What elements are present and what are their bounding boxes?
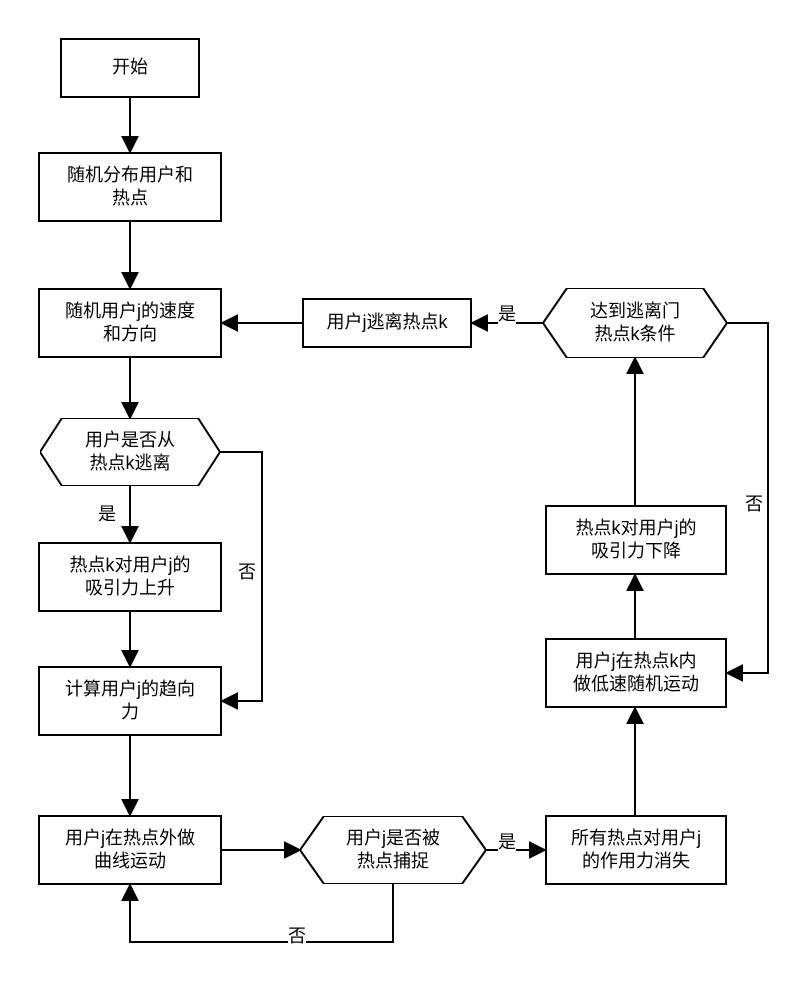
node-calc-tendency: 计算用户j的趋向 力 <box>38 666 222 736</box>
node-escape-k: 用户j逃离热点k <box>302 298 472 348</box>
node-forces-gone: 所有热点对用户j 的作用力消失 <box>545 815 727 885</box>
node-distribute: 随机分布用户和 热点 <box>38 152 222 222</box>
node-start: 开始 <box>60 38 200 98</box>
nodes-layer: 开始 随机分布用户和 热点 随机用户j的速度 和方向 用户是否从 热点k逃离 热… <box>0 0 793 1000</box>
node-dec-captured: 用户j是否被 热点捕捉 <box>300 816 486 884</box>
node-low-speed: 用户j在热点k内 做低速随机运动 <box>545 638 727 708</box>
node-dec-escape: 用户是否从 热点k逃离 <box>40 418 220 486</box>
node-speed-dir-label: 随机用户j的速度 和方向 <box>65 300 195 347</box>
node-calc-tendency-label: 计算用户j的趋向 力 <box>65 678 195 725</box>
label-dec1-no: 否 <box>238 558 256 584</box>
node-attract-down-label: 热点k对用户j的 吸引力下降 <box>576 517 697 564</box>
node-dec-reach-escape-label: 达到逃离门 热点k条件 <box>582 300 688 347</box>
label-dec2-yes: 是 <box>498 828 516 854</box>
node-low-speed-label: 用户j在热点k内 做低速随机运动 <box>573 650 699 697</box>
node-start-label: 开始 <box>112 56 148 79</box>
node-escape-k-label: 用户j逃离热点k <box>327 311 448 334</box>
flowchart: 开始 随机分布用户和 热点 随机用户j的速度 和方向 用户是否从 热点k逃离 热… <box>0 0 793 1000</box>
node-attract-up-label: 热点k对用户j的 吸引力上升 <box>70 554 191 601</box>
label-dec3-no: 否 <box>745 490 763 516</box>
node-dec-escape-label: 用户是否从 热点k逃离 <box>77 429 183 476</box>
label-dec1-yes: 是 <box>98 500 116 526</box>
node-speed-dir: 随机用户j的速度 和方向 <box>38 288 222 358</box>
node-attract-down: 热点k对用户j的 吸引力下降 <box>545 505 727 575</box>
node-curve-motion-label: 用户j在热点外做 曲线运动 <box>65 827 195 874</box>
node-forces-gone-label: 所有热点对用户j 的作用力消失 <box>571 827 701 874</box>
label-dec2-no: 否 <box>288 922 306 948</box>
node-curve-motion: 用户j在热点外做 曲线运动 <box>38 815 222 885</box>
node-dec-captured-label: 用户j是否被 热点捕捉 <box>338 827 448 874</box>
node-distribute-label: 随机分布用户和 热点 <box>67 164 193 211</box>
node-dec-reach-escape: 达到逃离门 热点k条件 <box>543 288 727 358</box>
label-dec3-yes: 是 <box>498 300 516 326</box>
node-attract-up: 热点k对用户j的 吸引力上升 <box>38 542 222 612</box>
